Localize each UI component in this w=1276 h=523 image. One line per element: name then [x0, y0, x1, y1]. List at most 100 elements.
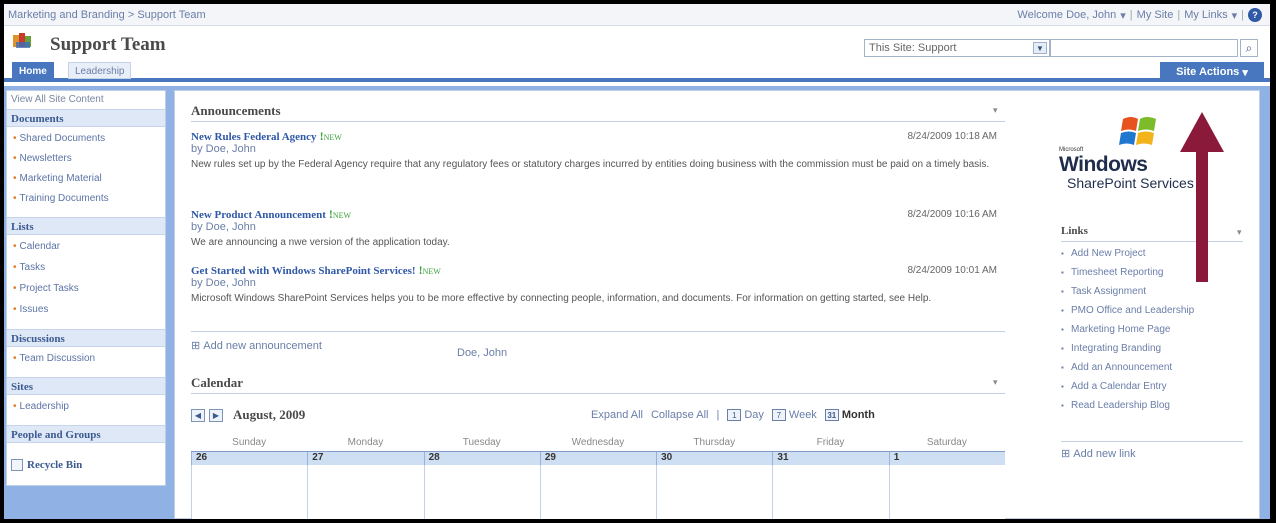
recycle-bin-link[interactable]: Recycle Bin [11, 459, 82, 471]
help-icon[interactable]: ? [1248, 8, 1262, 22]
nav-heading-sites[interactable]: Sites [7, 377, 165, 395]
search-icon[interactable]: ⌕ [1240, 39, 1258, 57]
nav-item-leadership[interactable]: • Leadership [13, 401, 69, 412]
separator: | [1177, 9, 1181, 21]
nav-item-newsletters[interactable]: • Newsletters [13, 153, 72, 164]
announcements-title[interactable]: Announcements [191, 103, 281, 119]
site-actions-button[interactable]: Site Actions ▾ [1160, 62, 1264, 82]
calendar-date[interactable]: 31 [772, 452, 888, 465]
list-item[interactable]: PMO Office and Leadership [1061, 304, 1221, 317]
web-part-menu-icon[interactable]: ▾ [1237, 227, 1242, 238]
breadcrumb[interactable]: Marketing and Branding > Support Team [8, 9, 206, 21]
nav-item-shared-documents[interactable]: • Shared Documents [13, 133, 105, 144]
day-view-button[interactable]: 1 Day [727, 409, 764, 421]
bullet-icon: • [13, 193, 17, 204]
add-new-announcement-link[interactable]: ⊞ Add new announcement [191, 339, 322, 352]
calendar-date[interactable]: 26 [191, 452, 307, 465]
month-view-button[interactable]: 31 Month [824, 409, 875, 421]
chevron-down-icon[interactable]: ▾ [1232, 9, 1238, 22]
calendar-title[interactable]: Calendar [191, 375, 243, 391]
calendar-cell[interactable] [423, 465, 540, 519]
calendar-cell[interactable] [888, 465, 1005, 519]
week-view-icon: 7 [771, 409, 786, 421]
tab-leadership[interactable]: Leadership [68, 62, 132, 79]
day-name: Tuesday [462, 437, 501, 448]
list-item[interactable]: Task Assignment [1061, 285, 1221, 298]
main-content: Announcements ▾ New Rules Federal Agency… [174, 90, 1260, 519]
calendar-day-cells [191, 465, 1005, 519]
nav-item-calendar[interactable]: • Calendar [13, 241, 60, 252]
announcement-title-link[interactable]: Get Started with Windows SharePoint Serv… [191, 263, 441, 278]
list-item[interactable]: Integrating Branding [1061, 342, 1221, 355]
announcement-date: 8/24/2009 10:16 AM [907, 209, 997, 220]
site-title[interactable]: Support Team [50, 34, 166, 56]
divider [1061, 441, 1243, 442]
calendar-cell[interactable] [539, 465, 657, 519]
windows-flag-icon [1119, 117, 1156, 145]
calendar-date[interactable]: 29 [539, 452, 656, 465]
week-view-button[interactable]: 7 Week [771, 409, 817, 421]
list-item[interactable]: Add an Announcement [1061, 361, 1221, 374]
search-scope-select[interactable]: This Site: Support ▼ [864, 39, 1050, 57]
nav-heading-documents[interactable]: Documents [7, 109, 165, 127]
global-top-bar: Marketing and Branding > Support Team We… [4, 4, 1270, 26]
web-part-menu-icon[interactable]: ▾ [993, 377, 998, 388]
calendar-cell[interactable] [307, 465, 424, 519]
list-item[interactable]: Marketing Home Page [1061, 323, 1221, 336]
web-part-menu-icon[interactable]: ▾ [993, 105, 998, 116]
nav-item-issues[interactable]: • Issues [13, 304, 48, 315]
expand-all-link[interactable]: Expand All [591, 409, 643, 421]
add-icon: ⊞ [191, 340, 204, 352]
nav-heading-people-and-groups[interactable]: People and Groups [7, 425, 165, 443]
chevron-down-icon[interactable]: ▼ [1033, 42, 1047, 54]
calendar-day-names: Sunday Monday Tuesday Wednesday Thursday… [191, 437, 1005, 451]
calendar-date[interactable]: 28 [423, 452, 540, 465]
calendar-cell[interactable] [656, 465, 773, 519]
chevron-down-icon[interactable]: ▾ [1120, 9, 1126, 22]
my-site-link[interactable]: My Site [1137, 9, 1174, 21]
previous-month-icon[interactable]: ◀ [191, 408, 205, 422]
add-icon: ⊞ [1061, 448, 1074, 460]
nav-item-team-discussion[interactable]: • Team Discussion [13, 353, 95, 364]
day-name: Wednesday [571, 437, 625, 448]
recycle-bin-label: Recycle Bin [27, 459, 83, 471]
view-all-site-content-link[interactable]: View All Site Content [7, 93, 165, 107]
calendar-date[interactable]: 1 [888, 452, 1005, 465]
next-month-icon[interactable]: ▶ [209, 408, 223, 422]
list-item[interactable]: Add a Calendar Entry [1061, 380, 1221, 393]
calendar-cell[interactable] [772, 465, 889, 519]
nav-heading-lists[interactable]: Lists [7, 217, 165, 235]
announcement-title-link[interactable]: New Rules Federal Agency !NEW [191, 129, 342, 144]
nav-item-label: Tasks [19, 262, 46, 273]
tab-home[interactable]: Home [12, 62, 54, 79]
welcome-menu[interactable]: Welcome Doe, John [1017, 9, 1116, 21]
nav-heading-discussions[interactable]: Discussions [7, 329, 165, 347]
bullet-icon: • [13, 283, 17, 294]
nav-item-project-tasks[interactable]: • Project Tasks [13, 283, 79, 294]
bullet-icon: • [13, 153, 17, 164]
announcement-body: Microsoft Windows SharePoint Services he… [191, 293, 932, 304]
my-links-menu[interactable]: My Links [1184, 9, 1227, 21]
announcement-title-link[interactable]: New Product Announcement !NEW [191, 207, 351, 222]
announcement-title: New Rules Federal Agency [191, 131, 317, 143]
search-input[interactable] [1050, 39, 1238, 57]
announcement-date: 8/24/2009 10:01 AM [907, 265, 997, 276]
nav-item-training-documents[interactable]: • Training Documents [13, 193, 109, 204]
calendar-date[interactable]: 30 [656, 452, 772, 465]
calendar-date[interactable]: 27 [307, 452, 423, 465]
new-badge-label: NEW [332, 211, 352, 220]
bullet-icon: • [13, 173, 17, 184]
nav-item-tasks[interactable]: • Tasks [13, 262, 45, 273]
announcement-title: New Product Announcement [191, 209, 326, 221]
nav-item-label: Newsletters [19, 153, 72, 164]
add-new-link[interactable]: ⊞ Add new link [1061, 447, 1136, 460]
collapse-all-link[interactable]: Collapse All [651, 409, 708, 421]
links-title[interactable]: Links [1061, 225, 1088, 237]
list-item[interactable]: Read Leadership Blog [1061, 399, 1221, 412]
nav-item-label: Marketing Material [19, 173, 102, 184]
divider [191, 393, 1005, 394]
calendar-cell[interactable] [191, 465, 308, 519]
day-name: Saturday [926, 437, 967, 448]
day-view-icon: 1 [727, 409, 742, 421]
nav-item-marketing-material[interactable]: • Marketing Material [13, 173, 102, 184]
